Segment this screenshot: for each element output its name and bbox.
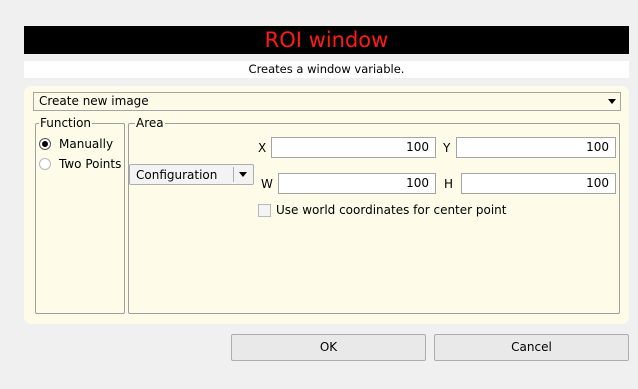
- configuration-label: Configuration: [136, 168, 218, 182]
- dropdown-separator: [233, 167, 234, 182]
- cancel-button[interactable]: Cancel: [434, 334, 629, 361]
- w-label: W: [261, 177, 273, 191]
- window-subtitle: Creates a window variable.: [24, 61, 629, 78]
- configuration-dropdown-button[interactable]: Configuration: [129, 164, 254, 185]
- y-input[interactable]: 100: [456, 137, 616, 158]
- x-input[interactable]: 100: [271, 137, 436, 158]
- function-legend: Function: [39, 116, 93, 130]
- radio-manually[interactable]: Manually: [39, 136, 113, 152]
- area-legend: Area: [135, 116, 165, 130]
- radio-label-two-points: Two Points: [59, 157, 122, 171]
- h-label: H: [444, 177, 454, 191]
- radio-button-unchecked[interactable]: [39, 158, 51, 170]
- world-coordinates-label: Use world coordinates for center point: [276, 203, 507, 217]
- radio-two-points[interactable]: Two Points: [39, 156, 121, 172]
- y-label: Y: [443, 141, 451, 155]
- x-label: X: [258, 141, 267, 155]
- mode-dropdown-value: Create new image: [39, 94, 149, 108]
- radio-button-checked[interactable]: [39, 138, 51, 150]
- world-coordinates-checkbox[interactable]: [258, 204, 271, 217]
- ok-button[interactable]: OK: [231, 334, 426, 361]
- function-group: Function Manually Two Points: [35, 116, 125, 314]
- mode-dropdown[interactable]: Create new image: [33, 92, 621, 111]
- chevron-down-icon: [608, 99, 616, 104]
- radio-label-manually: Manually: [59, 137, 114, 151]
- window-title: ROI window: [24, 26, 629, 54]
- chevron-down-icon: [239, 172, 247, 177]
- h-input[interactable]: 100: [461, 173, 616, 194]
- w-input[interactable]: 100: [278, 173, 436, 194]
